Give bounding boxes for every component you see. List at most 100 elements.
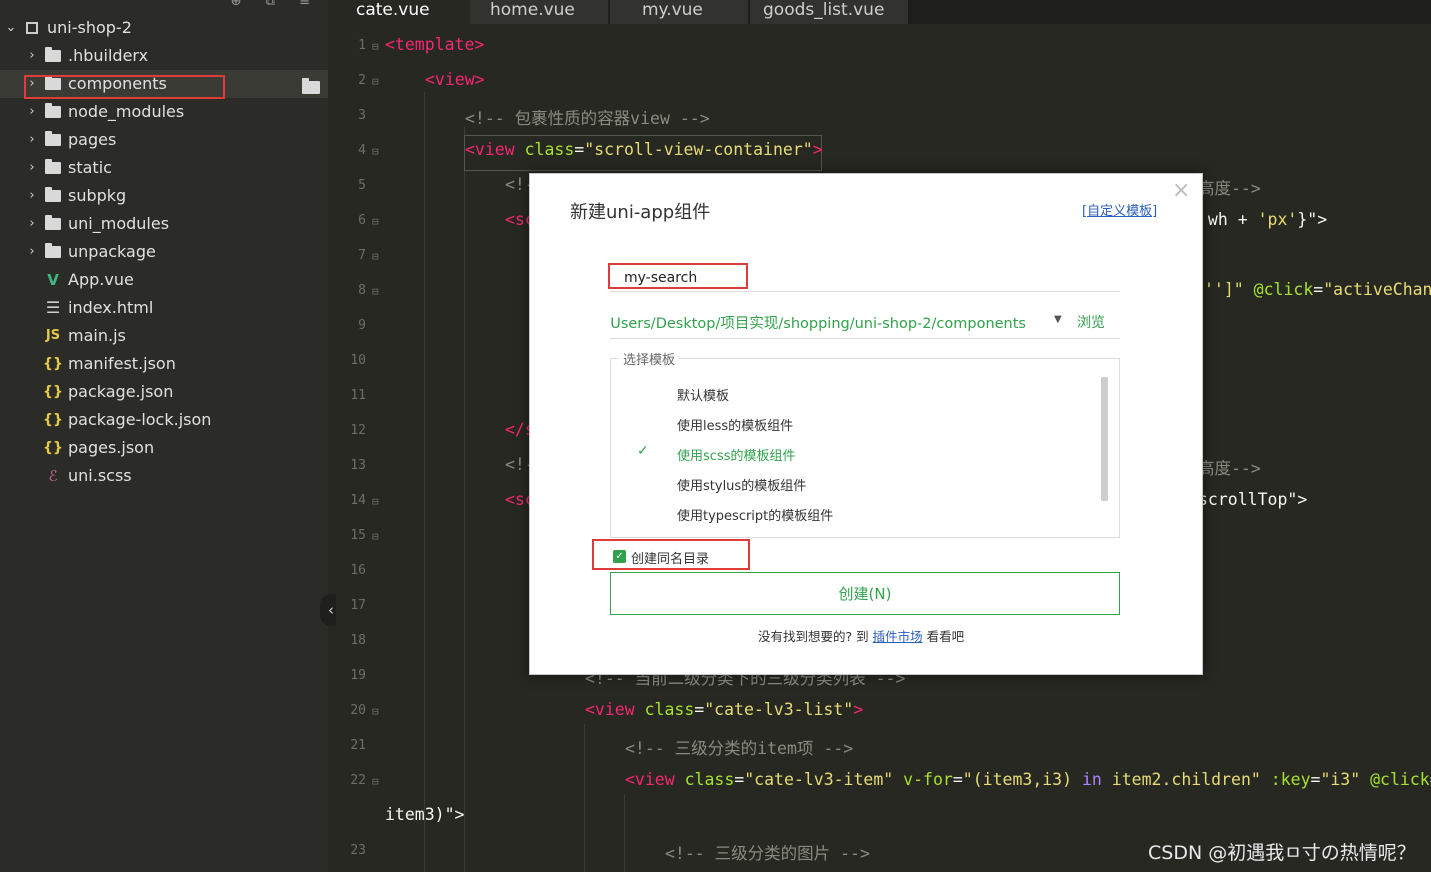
project-root[interactable]: ⌄ uni-shop-2: [0, 14, 328, 42]
chevron-down-icon: ⌄: [5, 20, 17, 35]
project-icon: [22, 14, 42, 42]
line-number: 1: [358, 38, 366, 53]
line-number: 18: [350, 633, 366, 648]
code-line-4: <view class="scroll-view-container">: [465, 140, 823, 159]
line-number: 12: [350, 423, 366, 438]
line-number: 16: [350, 563, 366, 578]
fold-minus-icon[interactable]: ⊟: [372, 250, 379, 263]
custom-template-link[interactable]: [自定义模板]: [1082, 200, 1157, 219]
template-option-less[interactable]: 使用less的模板组件: [677, 415, 793, 434]
template-group-label: 选择模板: [619, 349, 680, 368]
tree-item-static[interactable]: › static: [0, 154, 328, 182]
line-number: 10: [350, 353, 366, 368]
code-line-2: <view>: [425, 70, 485, 89]
tree-item-label: uni_modules: [68, 214, 170, 233]
tree-item-label: uni.scss: [68, 466, 132, 485]
fold-minus-icon[interactable]: ⊟: [372, 775, 379, 788]
fold-minus-icon[interactable]: ⊟: [372, 530, 379, 543]
folder-icon[interactable]: [302, 78, 320, 97]
fold-minus-icon[interactable]: ⊟: [372, 75, 379, 88]
tree-item-label: package.json: [68, 382, 174, 401]
fold-minus-icon[interactable]: ⊟: [372, 145, 379, 158]
template-option-default[interactable]: 默认模板: [677, 385, 729, 404]
fold-minus-icon[interactable]: ⊟: [372, 495, 379, 508]
tree-item-main-js[interactable]: JS main.js: [0, 322, 328, 350]
json-file-icon: {}: [43, 440, 63, 456]
plugin-market-link[interactable]: 插件市场: [873, 629, 923, 644]
folder-icon: [43, 238, 63, 266]
tree-item-unpackage[interactable]: › unpackage: [0, 238, 328, 266]
tab-my-vue[interactable]: my.vue: [610, 0, 748, 24]
create-button[interactable]: 创建(N): [610, 572, 1120, 615]
code-line-21: <!-- 三级分类的item项 -->: [625, 739, 854, 758]
line-number: 17: [350, 598, 366, 613]
code-line-1: <template>: [385, 35, 485, 54]
tree-item-node-modules[interactable]: › node_modules: [0, 98, 328, 126]
footer-note: 没有找到想要的? 到 插件市场 看看吧: [758, 626, 964, 645]
chevron-right-icon: ›: [29, 160, 35, 175]
folder-icon: [43, 126, 63, 154]
browse-button[interactable]: 浏览: [1077, 312, 1105, 332]
fold-minus-icon[interactable]: ⊟: [372, 285, 379, 298]
tree-item-label: package-lock.json: [68, 410, 212, 429]
tree-item-uni-scss[interactable]: ℰ uni.scss: [0, 462, 328, 490]
folder-icon: [43, 182, 63, 210]
close-icon[interactable]: ×: [1172, 178, 1190, 203]
path-field[interactable]: C:/Users/Desktop/项目实现/shopping/uni-shop-…: [610, 306, 1120, 339]
line-number: 22: [350, 773, 366, 788]
scss-file-icon: ℰ: [48, 467, 58, 485]
tree-item-label: subpkg: [68, 186, 127, 205]
code-line-14-right: scrollTop">: [1198, 490, 1308, 509]
tree-item-label: unpackage: [68, 242, 156, 261]
template-group: 选择模板 默认模板 使用less的模板组件 ✓ 使用scss的模板组件 使用st…: [610, 349, 1120, 538]
fold-minus-icon[interactable]: ⊟: [372, 215, 379, 228]
dropdown-caret-icon[interactable]: ▼: [1054, 314, 1062, 325]
folder-icon: [43, 154, 63, 182]
chevron-right-icon: ›: [29, 48, 35, 63]
tree-item-app-vue[interactable]: V App.vue: [0, 266, 328, 294]
line-number: 9: [358, 318, 366, 333]
template-list-scrollbar[interactable]: [1101, 377, 1108, 501]
line-number: 7: [358, 248, 366, 263]
tree-item-hbuilderx[interactable]: › .hbuilderx: [0, 42, 328, 70]
template-option-typescript[interactable]: 使用typescript的模板组件: [677, 505, 833, 524]
code-line-22-wrap: item3)">: [385, 805, 465, 824]
code-line-13-right: 高度-->: [1198, 459, 1261, 478]
indent-guide: [424, 92, 425, 872]
folder-icon: [43, 210, 63, 238]
fold-minus-icon[interactable]: ⊟: [372, 40, 379, 53]
explorer-toolbar-icons[interactable]: ⊕ ⧉ ≡: [231, 0, 320, 9]
line-number: 14: [350, 493, 366, 508]
tab-cate-vue[interactable]: cate.vue: [336, 0, 470, 24]
tree-item-uni-modules[interactable]: › uni_modules: [0, 210, 328, 238]
tree-item-index-html[interactable]: ☰ index.html: [0, 294, 328, 322]
code-line-20: <view class="cate-lv3-list">: [585, 700, 864, 719]
footer-suffix: 看看吧: [922, 629, 965, 644]
tab-goods-list-vue[interactable]: goods_list.vue: [750, 0, 908, 24]
js-file-icon: JS: [45, 328, 61, 343]
tree-item-label: manifest.json: [68, 354, 176, 373]
tree-item-label: pages: [68, 130, 117, 149]
line-number: 23: [350, 843, 366, 858]
line-number: 21: [350, 738, 366, 753]
template-option-scss[interactable]: 使用scss的模板组件: [677, 445, 795, 464]
path-value: C:/Users/Desktop/项目实现/shopping/uni-shop-…: [610, 316, 1026, 332]
same-dir-highlight-box: [592, 539, 750, 570]
tree-item-manifest-json[interactable]: {} manifest.json: [0, 350, 328, 378]
fold-minus-icon[interactable]: ⊟: [372, 705, 379, 718]
line-number: 20: [350, 703, 366, 718]
line-number: 4: [358, 143, 366, 158]
tree-item-pages-json[interactable]: {} pages.json: [0, 434, 328, 462]
template-option-stylus[interactable]: 使用stylus的模板组件: [677, 475, 806, 494]
tree-item-subpkg[interactable]: › subpkg: [0, 182, 328, 210]
json-file-icon: {}: [43, 356, 63, 372]
tree-item-pages[interactable]: › pages: [0, 126, 328, 154]
code-line-22: <view class="cate-lv3-item" v-for="(item…: [625, 770, 1431, 789]
tab-home-vue[interactable]: home.vue: [470, 0, 608, 24]
line-number: 6: [358, 213, 366, 228]
tree-item-package-json[interactable]: {} package.json: [0, 378, 328, 406]
dialog-title: 新建uni-app组件: [570, 202, 711, 223]
tree-item-label: main.js: [68, 326, 126, 345]
line-number: 15: [350, 528, 366, 543]
tree-item-package-lock-json[interactable]: {} package-lock.json: [0, 406, 328, 434]
